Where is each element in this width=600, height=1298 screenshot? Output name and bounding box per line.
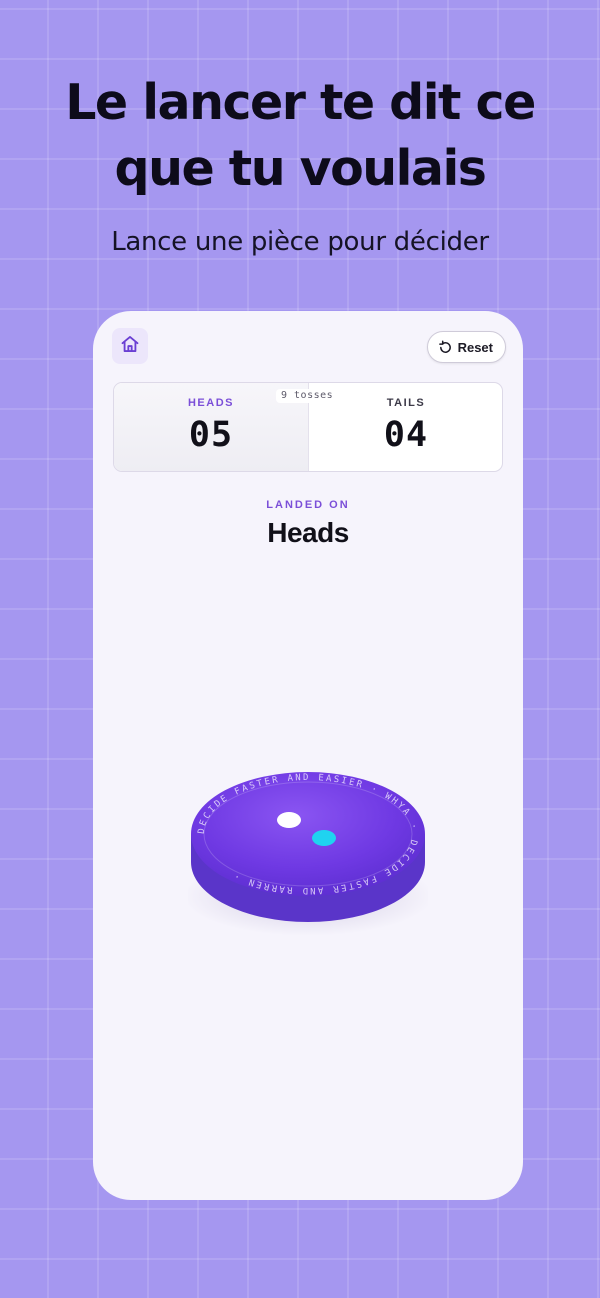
reset-label: Reset: [457, 339, 493, 355]
coin-dot-white: [277, 812, 301, 828]
coin[interactable]: DECIDE FASTER AND EASIER · WHYA · DECIDE…: [183, 756, 433, 936]
result-value: Heads: [267, 517, 349, 548]
toss-count-badge: 9 tosses: [276, 389, 339, 403]
result-label: LANDED ON: [266, 499, 350, 511]
heads-count: 05: [188, 415, 234, 455]
coin-face: [191, 772, 425, 896]
tails-score: TAILS 04: [309, 383, 502, 471]
app-screen: Reset HEADS 05 TAILS 04 9 tosses LANDED …: [93, 311, 523, 1200]
promo-headline-line1: Le lancer te dit ce: [65, 74, 536, 131]
tails-count: 04: [383, 415, 429, 455]
tails-label: TAILS: [386, 397, 426, 409]
coin-dot-cyan: [312, 830, 336, 846]
promo-headline: Le lancer te dit ce que tu voulais: [0, 70, 600, 202]
promo-headline-line2: que tu voulais: [114, 140, 487, 197]
score-card: HEADS 05 TAILS 04 9 tosses: [113, 382, 503, 472]
reset-button[interactable]: Reset: [426, 331, 506, 363]
home-button[interactable]: [112, 328, 148, 364]
promo-subline: Lance une pièce pour décider: [111, 227, 489, 257]
reset-icon: [438, 340, 453, 355]
home-icon: [120, 334, 140, 359]
